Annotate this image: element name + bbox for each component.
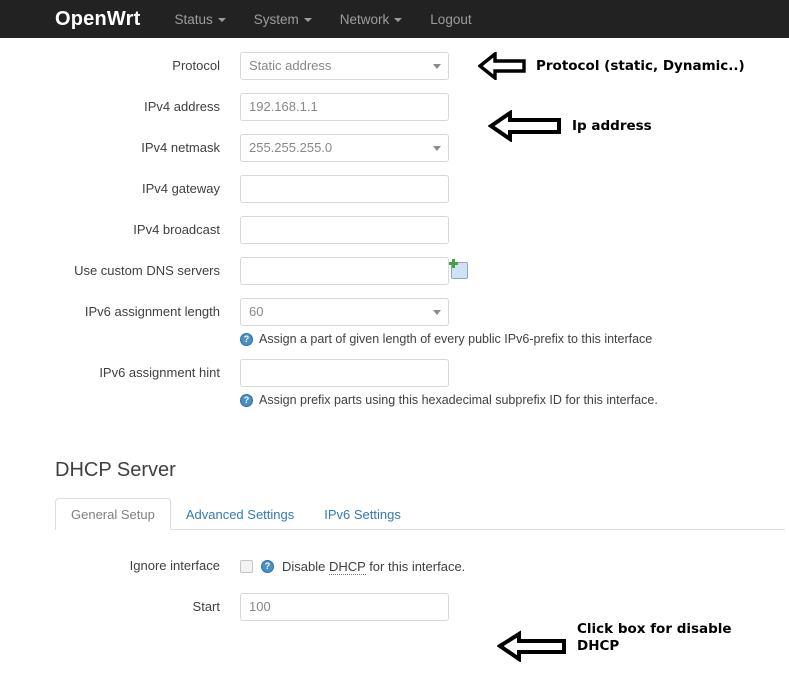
ipv4-address-label: IPv4 address xyxy=(144,99,220,114)
ignore-interface-checkbox[interactable] xyxy=(240,559,253,573)
ignore-interface-help-text: Disable DHCP for this interface. xyxy=(282,558,466,575)
interface-config-form: Protocol Static address IPv4 address 192… xyxy=(0,38,789,407)
tab-general-setup[interactable]: General Setup xyxy=(55,498,171,530)
ipv4-netmask-label: IPv4 netmask xyxy=(141,140,220,155)
tab-advanced-settings[interactable]: Advanced Settings xyxy=(171,499,309,529)
annotation-disable-dhcp: Click box for disable DHCP xyxy=(497,614,732,662)
dhcp-tab-bar: General Setup Advanced Settings IPv6 Set… xyxy=(55,498,785,530)
chevron-down-icon xyxy=(433,146,441,151)
ipv6-assignment-hint-help-text: Assign prefix parts using this hexadecim… xyxy=(259,393,658,407)
top-navbar: OpenWrt Status System Network Logout xyxy=(0,0,789,38)
ipv4-broadcast-input[interactable] xyxy=(240,216,449,244)
ipv4-broadcast-label: IPv4 broadcast xyxy=(133,222,220,237)
form-row-ignore-interface: Ignore interface ? Disable DHCP for this… xyxy=(0,552,789,580)
protocol-select[interactable]: Static address xyxy=(240,52,449,80)
chevron-down-icon xyxy=(303,18,312,22)
form-row-ipv6-assignment-length: IPv6 assignment length 60 ? Assign a par… xyxy=(0,298,789,346)
custom-dns-label: Use custom DNS servers xyxy=(74,263,220,278)
custom-dns-input[interactable] xyxy=(240,257,449,285)
ipv6-assignment-length-label: IPv6 assignment length xyxy=(84,304,220,319)
ipv6-assignment-length-help-text: Assign a part of given length of every p… xyxy=(259,332,653,346)
left-arrow-icon xyxy=(488,110,561,142)
annotation-protocol: Protocol (static, Dynamic..) xyxy=(478,52,745,80)
form-row-ipv4-gateway: IPv4 gateway xyxy=(0,175,789,203)
start-label: Start xyxy=(192,599,220,614)
nav-item-status-label: Status xyxy=(174,11,213,27)
ipv4-gateway-input[interactable] xyxy=(240,175,449,203)
tab-ipv6-settings[interactable]: IPv6 Settings xyxy=(309,499,416,529)
left-arrow-icon xyxy=(478,52,526,80)
dhcp-general-setup-panel: Ignore interface ? Disable DHCP for this… xyxy=(0,530,789,621)
annotation-disable-dhcp-text: Click box for disable DHCP xyxy=(577,621,732,654)
ipv4-address-input[interactable]: 192.168.1.1 xyxy=(240,93,449,121)
ipv6-assignment-hint-input[interactable] xyxy=(240,359,449,387)
form-row-custom-dns: Use custom DNS servers xyxy=(0,257,789,285)
ipv6-assignment-hint-help: ? Assign prefix parts using this hexadec… xyxy=(240,393,780,407)
help-icon[interactable]: ? xyxy=(261,559,274,573)
ipv4-netmask-select[interactable]: 255.255.255.0 xyxy=(240,134,449,162)
ignore-interface-help-suffix: for this interface. xyxy=(365,558,466,574)
dhcp-section-title: DHCP Server xyxy=(55,459,176,481)
ipv6-assignment-length-select[interactable]: 60 xyxy=(240,298,449,326)
form-row-ipv4-netmask: IPv4 netmask 255.255.255.0 xyxy=(0,134,789,162)
ignore-interface-help-prefix: Disable xyxy=(282,558,329,574)
left-arrow-icon xyxy=(497,630,566,662)
dhcp-abbr[interactable]: DHCP xyxy=(328,558,366,575)
nav-item-logout-label: Logout xyxy=(430,11,472,27)
dhcp-server-section: DHCP Server General Setup Advanced Setti… xyxy=(0,459,789,621)
add-entry-icon[interactable] xyxy=(449,259,468,279)
form-row-ipv4-address: IPv4 address 192.168.1.1 xyxy=(0,93,789,121)
nav-item-network[interactable]: Network xyxy=(340,12,403,27)
nav-item-status[interactable]: Status xyxy=(174,11,226,27)
ipv4-gateway-label: IPv4 gateway xyxy=(141,181,220,196)
brand-logo[interactable]: OpenWrt xyxy=(55,9,140,29)
annotation-ip-address: Ip address xyxy=(488,110,652,142)
chevron-down-icon xyxy=(433,64,441,69)
chevron-down-icon xyxy=(217,18,226,22)
nav-item-system-label: System xyxy=(253,11,299,27)
help-icon[interactable]: ? xyxy=(240,393,253,407)
nav-item-logout[interactable]: Logout xyxy=(430,12,471,27)
protocol-label: Protocol xyxy=(172,58,220,73)
form-row-ipv4-broadcast: IPv4 broadcast xyxy=(0,216,789,244)
annotation-protocol-text: Protocol (static, Dynamic..) xyxy=(536,57,745,74)
annotation-ip-address-text: Ip address xyxy=(572,117,652,134)
ipv6-assignment-hint-label: IPv6 assignment hint xyxy=(99,365,220,380)
nav-item-network-label: Network xyxy=(339,11,390,27)
nav-item-system[interactable]: System xyxy=(254,12,312,27)
form-row-ipv6-assignment-hint: IPv6 assignment hint ? Assign prefix par… xyxy=(0,359,789,407)
chevron-down-icon xyxy=(394,18,403,22)
ignore-interface-label: Ignore interface xyxy=(129,558,220,573)
ipv6-assignment-length-help: ? Assign a part of given length of every… xyxy=(240,332,780,346)
chevron-down-icon xyxy=(433,310,441,315)
help-icon[interactable]: ? xyxy=(240,332,253,346)
start-input[interactable]: 100 xyxy=(240,593,449,621)
